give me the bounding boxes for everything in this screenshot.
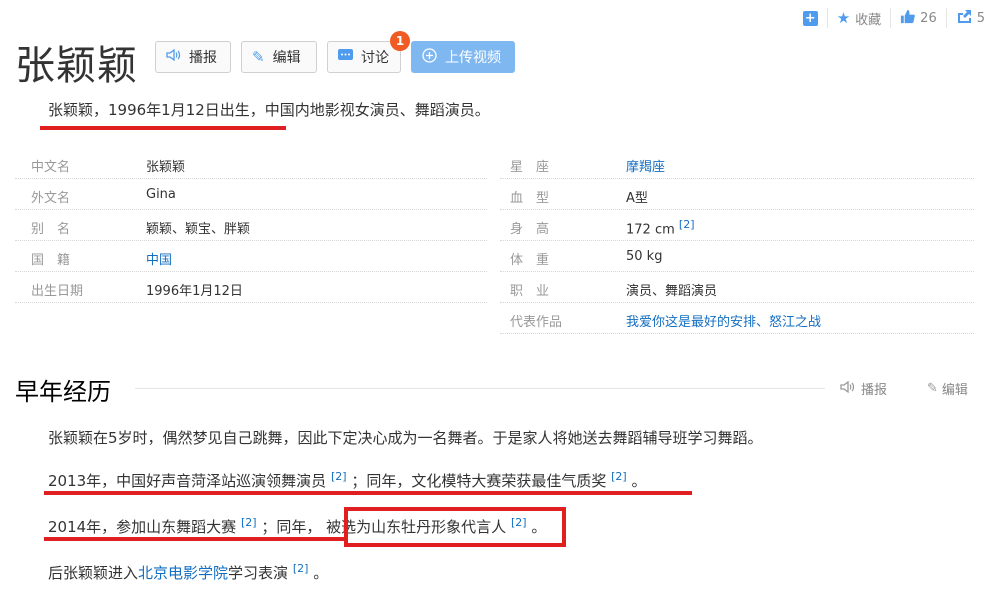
info-row <box>500 148 974 179</box>
paragraph: 2013年，中国好声音菏泽站巡演领舞演员 [2] ；同年，文化模特大赛荣获最佳气… <box>48 470 647 491</box>
zodiac-link[interactable]: 摩羯座 <box>626 156 665 175</box>
info-row <box>500 272 974 303</box>
paragraph: 后张颖颖进入北京电影学院学习表演 [2] 。 <box>48 562 328 583</box>
pencil-icon: ✎ <box>927 381 938 396</box>
citation-link[interactable]: [2] <box>241 516 257 529</box>
info-key: 代表作品 <box>510 315 563 330</box>
info-key: 职 业 <box>510 284 550 299</box>
info-row <box>500 210 974 241</box>
edit-button[interactable]: ✎ 编辑 <box>241 41 317 73</box>
paragraph-text: ；同年， <box>261 518 322 536</box>
citation-link[interactable]: [2] <box>331 470 347 483</box>
favorite-label: 收藏 <box>855 12 882 28</box>
info-row <box>15 179 487 210</box>
info-key: 外文名 <box>31 191 71 206</box>
info-row <box>15 210 487 241</box>
paragraph-text: 。 <box>631 472 647 490</box>
broadcast-label: 播报 <box>189 50 217 66</box>
citation-link[interactable]: [2] <box>611 470 627 483</box>
red-underline-annotation <box>44 537 344 541</box>
broadcast-button[interactable]: 播报 <box>155 41 231 73</box>
speaker-icon <box>166 48 181 66</box>
height-value: 172 cm <box>626 222 675 238</box>
section-title: 早年经历 <box>15 378 111 406</box>
red-underline-annotation <box>44 491 692 495</box>
beijing-film-academy-link[interactable]: 北京电影学院 <box>138 564 228 582</box>
info-key: 出生日期 <box>31 284 84 299</box>
star-icon: ★ <box>836 9 851 27</box>
like-button[interactable]: 26 <box>890 8 946 28</box>
info-key: 星 座 <box>510 160 550 175</box>
info-key: 身 高 <box>510 222 550 237</box>
add-entry-button[interactable]: + <box>794 8 827 28</box>
info-row <box>15 148 487 179</box>
share-button[interactable]: 5 <box>945 8 994 28</box>
paragraph-text: 学习表演 <box>228 564 289 582</box>
red-underline-annotation <box>40 126 286 130</box>
info-key: 中文名 <box>31 160 71 175</box>
red-box-annotation <box>344 507 566 547</box>
citation-link[interactable]: [2] <box>679 218 695 231</box>
paragraph-text: 。 <box>313 564 329 582</box>
paragraph-text: ；同年，文化模特大赛荣获最佳气质奖 <box>351 472 607 490</box>
favorite-button[interactable]: ★ 收藏 <box>826 8 890 28</box>
info-key: 体 重 <box>510 253 550 268</box>
info-value: 1996年1月12日 <box>146 284 243 299</box>
section-edit-label: 编辑 <box>941 383 968 398</box>
section-broadcast-label: 播报 <box>861 383 888 398</box>
info-value-height: 172 cm [2] <box>626 218 695 237</box>
info-key: 血 型 <box>510 191 550 206</box>
upload-video-button[interactable]: 上传视频 <box>411 41 515 73</box>
info-value: 颖颖、颖宝、胖颖 <box>146 222 251 237</box>
section-edit-button[interactable]: ✎ 编辑 <box>927 379 968 398</box>
share-count: 5 <box>976 10 985 26</box>
share-icon <box>956 9 972 28</box>
summary-text: 张颖颖，1996年1月12日出生，中国内地影视女演员、舞蹈演员。 <box>48 101 490 119</box>
info-row <box>15 272 487 303</box>
info-row <box>500 241 974 272</box>
pencil-icon: ✎ <box>252 48 265 66</box>
plus-circle-icon <box>422 47 437 67</box>
speaker-icon <box>840 380 855 398</box>
info-value: 50 kg <box>626 249 663 264</box>
works-link[interactable]: 我爱你这是最好的安排、怒江之战 <box>626 311 821 330</box>
discuss-label: 讨论 <box>361 50 389 66</box>
paragraph-text: 后张颖颖进入 <box>48 564 139 582</box>
chat-icon <box>338 48 353 66</box>
top-toolbar: + ★ 收藏 26 5 <box>794 8 994 28</box>
info-key: 别 名 <box>31 222 71 237</box>
like-count: 26 <box>920 10 937 26</box>
thumbs-up-icon <box>900 9 916 28</box>
paragraph-text: 2014年，参加山东舞蹈大赛 <box>48 518 237 536</box>
info-row <box>500 179 974 210</box>
plus-icon: + <box>802 10 818 26</box>
section-divider <box>135 388 825 389</box>
info-value: Gina <box>146 187 176 202</box>
paragraph: 张颖颖在5岁时，偶然梦见自己跳舞，因此下定决心成为一名舞者。于是家人将她送去舞蹈… <box>48 429 763 447</box>
page-title: 张颖颖 <box>15 43 138 89</box>
discuss-button[interactable]: 讨论 <box>327 41 401 73</box>
discuss-badge: 1 <box>390 31 410 51</box>
info-value: 张颖颖 <box>146 160 186 175</box>
info-row <box>15 241 487 272</box>
info-key: 国 籍 <box>31 253 71 268</box>
nationality-link[interactable]: 中国 <box>146 249 172 268</box>
info-value: 演员、舞蹈演员 <box>626 284 718 299</box>
section-broadcast-button[interactable]: 播报 <box>840 379 887 398</box>
upload-label: 上传视频 <box>445 50 501 66</box>
edit-label: 编辑 <box>272 50 301 66</box>
info-value: A型 <box>626 191 648 206</box>
paragraph-text: 2013年，中国好声音菏泽站巡演领舞演员 <box>48 472 327 490</box>
citation-link[interactable]: [2] <box>293 562 309 575</box>
